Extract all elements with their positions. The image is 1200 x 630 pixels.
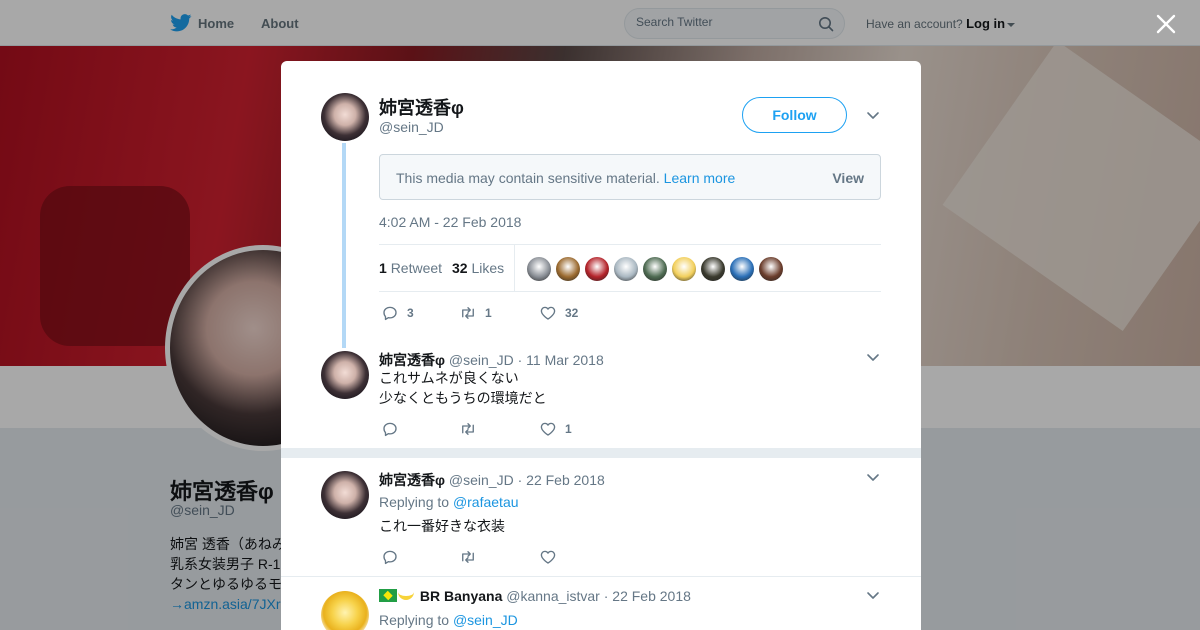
liker-avatar[interactable] — [701, 257, 725, 281]
replying-to: Replying to @sein_JD — [379, 612, 518, 628]
liker-avatar[interactable] — [643, 257, 667, 281]
view-media-button[interactable]: View — [832, 170, 864, 186]
reply-author-handle[interactable]: @kanna_istvar — [506, 588, 600, 604]
reply-author-name[interactable]: 姉宮透香φ — [379, 352, 445, 368]
retweet-action[interactable] — [459, 548, 539, 566]
banana-icon — [398, 588, 414, 600]
tweet-stats: 1 Retweet 32 Likes — [379, 244, 881, 292]
like-count: 1 — [565, 422, 572, 436]
like-action[interactable]: 1 — [539, 420, 572, 438]
tweet-author-handle[interactable]: @sein_JD — [379, 119, 444, 135]
reply-actions — [381, 548, 557, 566]
close-icon[interactable] — [1154, 12, 1178, 36]
likes-stat[interactable]: 32 Likes — [452, 260, 504, 276]
reply-icon — [383, 306, 397, 321]
thread-line — [342, 143, 346, 348]
sensitive-media-notice: This media may contain sensitive materia… — [379, 154, 881, 200]
reply-date[interactable]: 22 Feb 2018 — [612, 588, 691, 604]
replying-to-label: Replying to — [379, 612, 450, 628]
sensitive-media-message: This media may contain sensitive materia… — [396, 170, 735, 186]
reply-text: これ一番好きな衣装 — [379, 518, 505, 534]
reply-header: 姉宮透香φ @sein_JD · 11 Mar 2018 — [379, 350, 604, 370]
retweet-stat[interactable]: 1 Retweet — [379, 260, 442, 276]
liker-avatar[interactable] — [759, 257, 783, 281]
reply-action[interactable] — [381, 548, 459, 566]
follow-button[interactable]: Follow — [742, 97, 847, 133]
tweet-timestamp[interactable]: 4:02 AM - 22 Feb 2018 — [379, 214, 521, 230]
retweet-stat-count: 1 — [379, 260, 387, 276]
replying-to-label: Replying to — [379, 494, 450, 510]
retweet-icon — [462, 423, 474, 435]
chevron-down-icon[interactable] — [866, 473, 880, 483]
likes-stat-count: 32 — [452, 260, 468, 276]
chevron-down-icon[interactable] — [866, 591, 880, 601]
reply-author-name[interactable]: BR Banyana — [420, 588, 502, 604]
tweet-modal: 姉宮透香φ @sein_JD Follow This media may con… — [281, 61, 921, 630]
retweet-count: 1 — [485, 306, 492, 320]
reply-text: これサムネが良くない 少なくともうちの環境だと — [379, 368, 547, 408]
chevron-down-icon[interactable] — [866, 111, 880, 121]
heart-icon — [540, 550, 556, 564]
reply-header: BR Banyana @kanna_istvar · 22 Feb 2018 — [379, 588, 691, 604]
reply-author-avatar[interactable] — [321, 591, 369, 630]
liker-avatar[interactable] — [527, 257, 551, 281]
reply-author-avatar[interactable] — [321, 471, 369, 519]
liker-avatar[interactable] — [585, 257, 609, 281]
liker-avatar[interactable] — [672, 257, 696, 281]
reply-author-handle[interactable]: @sein_JD — [449, 472, 514, 488]
like-count: 32 — [565, 306, 579, 320]
reply-action[interactable] — [381, 420, 459, 438]
replying-to-mention[interactable]: @rafaetau — [453, 494, 519, 510]
separator-dot: · — [517, 472, 523, 488]
learn-more-link[interactable]: Learn more — [664, 170, 736, 186]
reply-author-avatar[interactable] — [321, 351, 369, 399]
liker-avatar[interactable] — [556, 257, 580, 281]
reply-actions: 1 — [381, 420, 572, 438]
tweet-actions: 3 1 32 — [381, 304, 578, 322]
tweet-author-name[interactable]: 姉宮透香φ — [379, 94, 464, 120]
divider — [281, 576, 921, 577]
reply-author-name[interactable]: 姉宮透香φ — [379, 472, 445, 488]
reply-icon — [383, 422, 397, 437]
reply-header: 姉宮透香φ @sein_JD · 22 Feb 2018 — [379, 470, 605, 490]
reply-text-line: 少なくともうちの環境だと — [379, 390, 547, 406]
likes-stat-label: Likes — [471, 260, 505, 276]
reply-date[interactable]: 22 Feb 2018 — [526, 472, 605, 488]
like-action[interactable] — [539, 548, 557, 566]
retweet-stat-label: Retweet — [390, 260, 443, 276]
separator-dot: · — [603, 588, 609, 604]
tweet-author-avatar[interactable] — [321, 93, 369, 141]
liker-avatar[interactable] — [730, 257, 754, 281]
reply-icon — [383, 550, 397, 565]
retweet-icon — [462, 307, 474, 319]
stats-divider — [514, 245, 515, 291]
separator-dot: · — [517, 352, 523, 368]
liker-avatar[interactable] — [614, 257, 638, 281]
brazil-flag-icon — [379, 589, 397, 602]
reply-author-handle[interactable]: @sein_JD — [449, 352, 514, 368]
reply-action[interactable]: 3 — [381, 304, 459, 322]
heart-icon — [540, 422, 556, 436]
retweet-icon — [462, 551, 474, 563]
reply-text-line: これサムネが良くない — [379, 370, 519, 386]
reply-date[interactable]: 11 Mar 2018 — [526, 352, 604, 368]
reply-count: 3 — [407, 306, 414, 320]
sensitive-media-text: This media may contain sensitive materia… — [396, 170, 660, 186]
chevron-down-icon[interactable] — [866, 353, 880, 363]
retweet-action[interactable]: 1 — [459, 304, 539, 322]
replying-to-mention[interactable]: @sein_JD — [453, 612, 518, 628]
retweet-action[interactable] — [459, 420, 539, 438]
like-action[interactable]: 32 — [539, 304, 578, 322]
replying-to: Replying to @rafaetau — [379, 494, 519, 510]
thread-gap — [281, 449, 921, 458]
heart-icon — [540, 306, 556, 320]
